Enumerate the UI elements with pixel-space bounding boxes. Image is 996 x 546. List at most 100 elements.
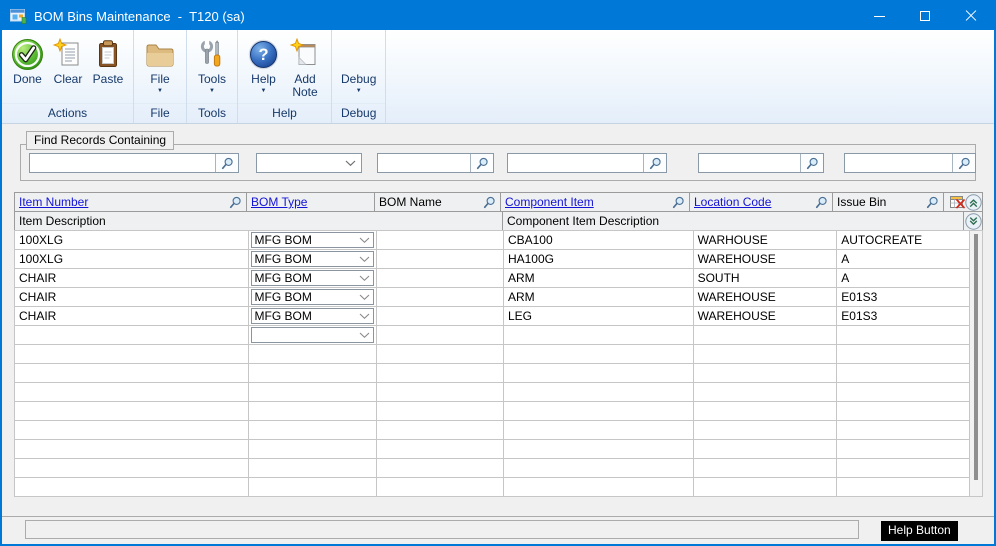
- col-header-item-number[interactable]: Item Number: [14, 192, 247, 212]
- paste-button[interactable]: Paste: [88, 33, 128, 103]
- cell-bom-name[interactable]: [377, 459, 504, 478]
- cell-component-item[interactable]: HA100G: [504, 250, 694, 269]
- bom-type-dropdown[interactable]: MFG BOM: [251, 251, 375, 267]
- cell-bom-name[interactable]: [377, 307, 504, 326]
- cell-bom-name[interactable]: [377, 402, 504, 421]
- cell-component-item[interactable]: CBA100: [504, 231, 694, 250]
- cell-component-item[interactable]: [504, 364, 694, 383]
- cell-item-number[interactable]: 100XLG: [15, 250, 249, 269]
- vertical-scrollbar[interactable]: [970, 230, 983, 497]
- cell-component-item[interactable]: [504, 440, 694, 459]
- cell-item-number[interactable]: 100XLG: [15, 231, 249, 250]
- done-button[interactable]: Done: [7, 33, 48, 103]
- tools-button[interactable]: Tools ▼: [192, 33, 232, 103]
- cell-component-item[interactable]: [504, 345, 694, 364]
- find-component-item-input[interactable]: [508, 154, 643, 172]
- lookup-icon[interactable]: [926, 196, 939, 209]
- lookup-icon[interactable]: [229, 196, 242, 209]
- maximize-button[interactable]: [902, 2, 948, 30]
- find-issue-bin-lookup-button[interactable]: [952, 154, 975, 172]
- cell-location-code[interactable]: WAREHOUSE: [694, 288, 838, 307]
- cell-item-number[interactable]: [15, 478, 249, 497]
- find-issue-bin-input[interactable]: [845, 154, 952, 172]
- cell-item-number[interactable]: [15, 402, 249, 421]
- cell-item-number[interactable]: CHAIR: [15, 288, 249, 307]
- add-note-button[interactable]: Add Note: [284, 33, 326, 103]
- cell-item-number[interactable]: [15, 364, 249, 383]
- cell-issue-bin[interactable]: [837, 383, 970, 402]
- cell-component-item[interactable]: LEG: [504, 307, 694, 326]
- cell-component-item[interactable]: [504, 383, 694, 402]
- cell-bom-name[interactable]: [377, 364, 504, 383]
- cell-issue-bin[interactable]: AUTOCREATE: [837, 231, 970, 250]
- cell-bom-type[interactable]: [249, 326, 378, 345]
- debug-button[interactable]: Debug ▼: [337, 33, 380, 103]
- cell-bom-type[interactable]: [249, 383, 378, 402]
- close-button[interactable]: [948, 2, 994, 30]
- cell-location-code[interactable]: [694, 326, 838, 345]
- cell-location-code[interactable]: WARHOUSE: [694, 231, 838, 250]
- cell-location-code[interactable]: [694, 345, 838, 364]
- col-header-issue-bin[interactable]: Issue Bin: [832, 192, 944, 212]
- cell-component-item[interactable]: [504, 478, 694, 497]
- find-component-item-lookup-button[interactable]: [643, 154, 666, 172]
- cell-bom-name[interactable]: [377, 326, 504, 345]
- cell-issue-bin[interactable]: [837, 345, 970, 364]
- cell-bom-name[interactable]: [377, 345, 504, 364]
- cell-bom-name[interactable]: [377, 269, 504, 288]
- cell-issue-bin[interactable]: E01S3: [837, 288, 970, 307]
- cell-bom-type[interactable]: MFG BOM: [249, 250, 378, 269]
- cell-issue-bin[interactable]: [837, 326, 970, 345]
- cell-item-number[interactable]: [15, 421, 249, 440]
- cell-bom-type[interactable]: [249, 402, 378, 421]
- cell-location-code[interactable]: WAREHOUSE: [694, 307, 838, 326]
- cell-component-item[interactable]: [504, 326, 694, 345]
- cell-location-code[interactable]: [694, 440, 838, 459]
- find-location-code-lookup-button[interactable]: [800, 154, 823, 172]
- cell-location-code[interactable]: [694, 421, 838, 440]
- bom-type-dropdown[interactable]: [251, 327, 375, 343]
- cell-item-number[interactable]: CHAIR: [15, 307, 249, 326]
- cell-item-number[interactable]: [15, 383, 249, 402]
- cell-item-number[interactable]: [15, 440, 249, 459]
- cell-bom-type[interactable]: [249, 459, 378, 478]
- find-bom-name-lookup-button[interactable]: [470, 154, 493, 172]
- cell-bom-name[interactable]: [377, 440, 504, 459]
- cell-bom-type[interactable]: MFG BOM: [249, 307, 378, 326]
- col-header-bom-name[interactable]: BOM Name: [374, 192, 501, 212]
- find-bom-name-input[interactable]: [378, 154, 470, 172]
- cell-issue-bin[interactable]: [837, 421, 970, 440]
- cell-location-code[interactable]: WAREHOUSE: [694, 250, 838, 269]
- cell-item-number[interactable]: CHAIR: [15, 269, 249, 288]
- cell-bom-name[interactable]: [377, 231, 504, 250]
- cell-bom-type[interactable]: MFG BOM: [249, 269, 378, 288]
- col-header-location-code[interactable]: Location Code: [689, 192, 833, 212]
- location-code-sort-link[interactable]: Location Code: [694, 195, 771, 209]
- find-location-code-input[interactable]: [699, 154, 800, 172]
- col-header-bom-type[interactable]: BOM Type: [246, 192, 375, 212]
- cell-bom-type[interactable]: MFG BOM: [249, 231, 378, 250]
- bom-type-dropdown[interactable]: MFG BOM: [251, 232, 375, 248]
- bom-type-dropdown[interactable]: MFG BOM: [251, 308, 375, 324]
- cell-issue-bin[interactable]: [837, 440, 970, 459]
- find-item-number-lookup-button[interactable]: [215, 154, 238, 172]
- expand-rows-button[interactable]: [963, 211, 983, 231]
- cell-issue-bin[interactable]: [837, 402, 970, 421]
- cell-item-number[interactable]: [15, 345, 249, 364]
- cell-bom-type[interactable]: MFG BOM: [249, 288, 378, 307]
- collapse-rows-button[interactable]: [965, 194, 982, 211]
- cell-location-code[interactable]: SOUTH: [694, 269, 838, 288]
- cell-component-item[interactable]: ARM: [504, 288, 694, 307]
- cell-component-item[interactable]: [504, 402, 694, 421]
- remove-column-icon[interactable]: [950, 196, 965, 209]
- help-button[interactable]: ? Help ▼: [243, 33, 284, 103]
- lookup-icon[interactable]: [815, 196, 828, 209]
- bom-type-dropdown[interactable]: MFG BOM: [251, 270, 375, 286]
- bom-type-sort-link[interactable]: BOM Type: [251, 195, 307, 209]
- cell-bom-type[interactable]: [249, 345, 378, 364]
- cell-bom-name[interactable]: [377, 421, 504, 440]
- cell-bom-type[interactable]: [249, 421, 378, 440]
- file-button[interactable]: File ▼: [139, 33, 181, 103]
- cell-issue-bin[interactable]: [837, 459, 970, 478]
- cell-item-number[interactable]: [15, 326, 249, 345]
